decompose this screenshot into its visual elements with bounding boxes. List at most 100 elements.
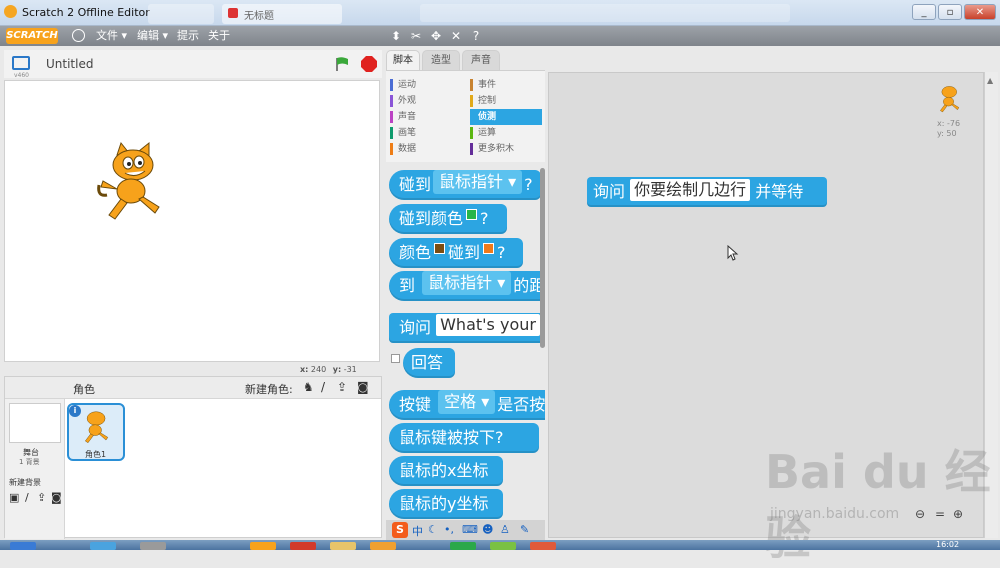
ime-user-icon[interactable]: ☻	[482, 523, 493, 536]
color-swatch-orange[interactable]	[483, 243, 495, 254]
color-swatch-green[interactable]	[466, 209, 478, 220]
sprite-pane-header: 角色 新建角色: ♞ / ⇪ ◙	[5, 377, 381, 399]
stage-y-value: -31	[343, 365, 357, 374]
script-block-ask-and-wait[interactable]: 询问 你要绘制几边行 并等待	[587, 177, 827, 207]
paint-brush-icon[interactable]: /	[321, 380, 325, 394]
sogou-ime-icon[interactable]: S	[392, 522, 408, 538]
stage-thumbnail-column: 舞台 1 背景 新建背景 ▣ / ⇪ ◙	[5, 399, 65, 539]
block-mouse-y[interactable]: 鼠标的y坐标	[389, 489, 503, 519]
palette-scrollbar[interactable]	[540, 168, 545, 348]
menu-file[interactable]: 文件 ▾	[96, 26, 127, 46]
category-pen-label: 画笔	[398, 128, 417, 138]
shrink-icon[interactable]: ✕	[448, 27, 464, 45]
block-color-touching[interactable]: 颜色 碰到?	[389, 238, 523, 268]
category-more-blocks[interactable]: 更多积木	[470, 141, 542, 157]
block-mouse-down[interactable]: 鼠标键被按下?	[389, 423, 539, 453]
color-swatch-brown[interactable]	[434, 243, 446, 254]
category-looks[interactable]: 外观	[390, 93, 460, 109]
cat-sprite[interactable]	[95, 141, 175, 227]
scroll-up-icon[interactable]: ▲	[987, 76, 993, 85]
ime-punct-icon[interactable]: •,	[444, 523, 454, 536]
block-touching[interactable]: 碰到 鼠标指针 ▾?	[389, 170, 541, 200]
ime-skin-icon[interactable]: ♙	[500, 523, 510, 536]
menu-edit[interactable]: 编辑 ▾	[137, 26, 168, 46]
stage-coordinates: x: 240 y: -31	[300, 365, 357, 374]
tab-scripts[interactable]: 脚本	[386, 50, 420, 70]
taskbar-scratch-icon[interactable]	[250, 542, 276, 550]
category-data[interactable]: 数据	[390, 141, 460, 157]
script-ask-input[interactable]: 你要绘制几边行	[630, 179, 751, 201]
category-operators[interactable]: 运算	[470, 125, 542, 141]
close-button[interactable]: ✕	[964, 4, 996, 20]
tab-sounds[interactable]: 声音	[462, 50, 500, 70]
delete-scissors-icon[interactable]: ✂	[408, 27, 424, 45]
block-touching-color[interactable]: 碰到颜色?	[389, 204, 507, 234]
minimize-button[interactable]: _	[912, 4, 936, 20]
project-title-field[interactable]: Untitled	[46, 57, 93, 71]
new-backdrop-label: 新建背景	[9, 478, 41, 487]
maximize-button[interactable]: ▫	[938, 4, 962, 20]
block-key-pressed[interactable]: 按键 空格 ▾ 是否按	[389, 390, 545, 420]
taskbar-ie-icon[interactable]	[90, 542, 116, 550]
block-color-touching-suffix: ?	[497, 243, 506, 262]
taskbar-start-icon[interactable]	[10, 542, 36, 550]
ime-tools-icon[interactable]: ✎	[520, 523, 529, 536]
block-answer[interactable]: 回答	[403, 348, 455, 378]
language-globe-icon[interactable]	[72, 29, 85, 42]
browser-tab-2[interactable]: 无标题	[222, 4, 342, 24]
category-sound[interactable]: 声音	[390, 109, 460, 125]
green-flag-icon[interactable]	[334, 56, 350, 72]
stage-canvas[interactable]	[4, 80, 380, 362]
backdrop-camera-icon[interactable]: ◙	[51, 491, 62, 504]
scratch-logo[interactable]: SCRATCH	[6, 28, 58, 44]
category-events[interactable]: 事件	[470, 77, 542, 93]
category-motion[interactable]: 运动	[390, 77, 460, 93]
category-sensing[interactable]: 侦测	[470, 109, 542, 125]
window-title: Scratch 2 Offline Editor	[22, 6, 150, 19]
tab-favicon-icon	[228, 8, 238, 18]
taskbar-app-icon[interactable]	[140, 542, 166, 550]
upload-icon[interactable]: ⇪	[337, 380, 347, 394]
help-question-icon[interactable]: ?	[468, 27, 484, 45]
baidu-watermark-url: jingyan.baidu.com	[770, 506, 900, 522]
block-distance-dropdown[interactable]: 鼠标指针 ▾	[422, 271, 512, 295]
answer-checkbox[interactable]	[391, 354, 400, 363]
block-distance-dropdown-value: 鼠标指针	[428, 273, 493, 292]
menu-tips[interactable]: 提示	[177, 26, 199, 46]
ime-moon-icon[interactable]: ☾	[428, 523, 438, 536]
fullscreen-icon[interactable]	[12, 56, 30, 70]
category-sound-label: 声音	[398, 112, 417, 122]
sprite-thumbnail-cat[interactable]: i 角色1	[67, 403, 125, 461]
taskbar-red-app-icon[interactable]	[290, 542, 316, 550]
ime-chinese-icon[interactable]: 中	[412, 523, 423, 539]
stop-sign-icon[interactable]	[360, 55, 378, 73]
backdrop-paint-icon[interactable]: ▣	[9, 491, 19, 504]
block-ask[interactable]: 询问 What's your	[389, 313, 545, 343]
category-control[interactable]: 控制	[470, 93, 542, 109]
taskbar-green-app-icon[interactable]	[450, 542, 476, 550]
block-touching-dropdown[interactable]: 鼠标指针 ▾	[433, 170, 523, 194]
camera-icon[interactable]: ◙	[357, 380, 369, 394]
taskbar-app4-icon[interactable]	[530, 542, 556, 550]
block-key-dropdown[interactable]: 空格 ▾	[438, 390, 496, 414]
block-mouse-x[interactable]: 鼠标的x坐标	[389, 456, 503, 486]
menu-about[interactable]: 关于	[208, 26, 230, 46]
sprite-library-icon[interactable]: ♞	[303, 380, 314, 394]
taskbar-folder-icon[interactable]	[330, 542, 356, 550]
ime-keyboard-icon[interactable]: ⌨	[462, 523, 478, 536]
category-pen[interactable]: 画笔	[390, 125, 460, 141]
block-ask-input[interactable]: What's your	[436, 314, 540, 336]
stage-thumbnail[interactable]	[9, 403, 61, 443]
backdrop-brush-icon[interactable]: /	[25, 491, 29, 504]
grow-icon[interactable]: ✥	[428, 27, 444, 45]
taskbar-app2-icon[interactable]	[370, 542, 396, 550]
taskbar-app3-icon[interactable]	[490, 542, 516, 550]
backdrop-upload-icon[interactable]: ⇪	[37, 491, 46, 504]
duplicate-stamp-icon[interactable]: ⬍	[388, 27, 404, 45]
scratch-app-icon	[4, 5, 17, 18]
block-distance-to[interactable]: 到 鼠标指针 ▾ 的距	[389, 271, 545, 301]
version-label: v460	[14, 72, 30, 79]
block-ask-label: 询问	[399, 318, 432, 337]
tab-costumes[interactable]: 造型	[422, 50, 460, 70]
browser-tab-1[interactable]	[148, 4, 214, 24]
